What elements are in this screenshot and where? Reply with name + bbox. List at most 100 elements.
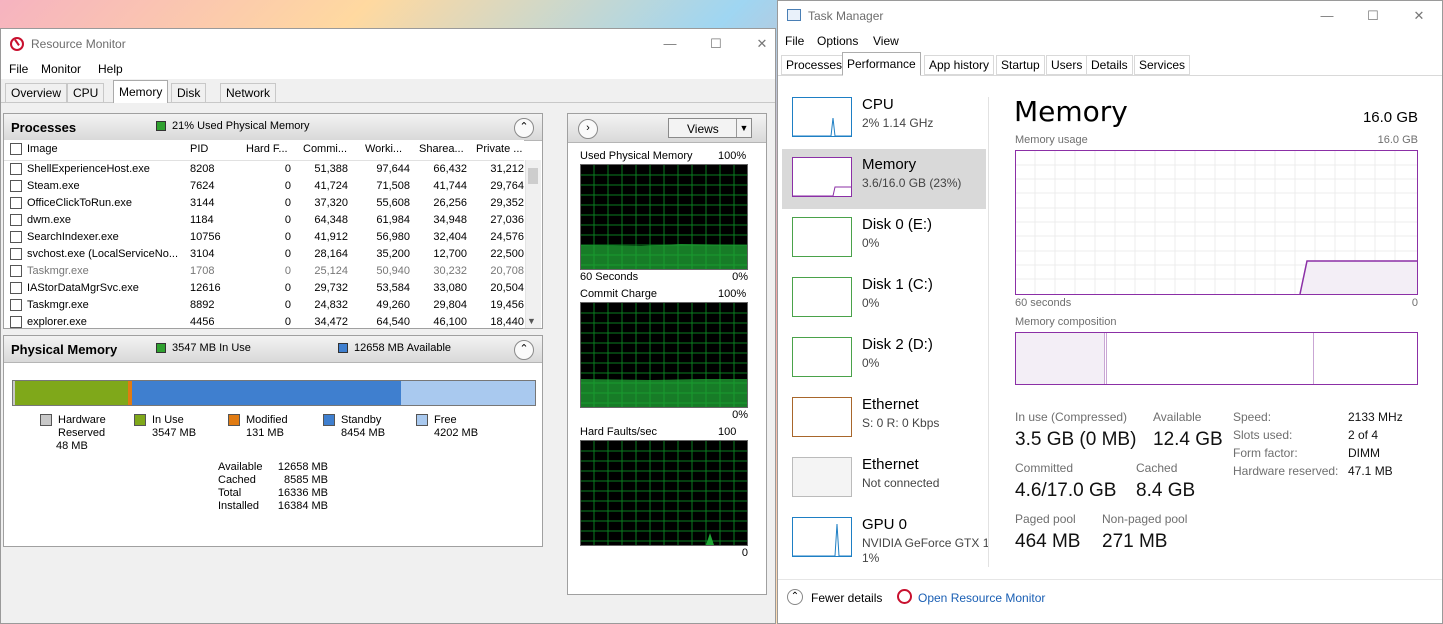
rm-titlebar[interactable]: Resource Monitor — ☐ ✕ [1, 29, 775, 59]
col-shareable[interactable]: Sharea... [419, 143, 469, 155]
sidebar-item[interactable]: GPU 0 NVIDIA GeForce GTX 10 1% [782, 509, 988, 569]
sidebar-item[interactable]: Disk 1 (C:) 0% [782, 269, 986, 329]
table-row[interactable]: SearchIndexer.exe 10756 0 41,912 56,980 32,40… [4, 228, 524, 245]
footer-divider [778, 579, 1442, 580]
tm-close-button[interactable]: ✕ [1396, 1, 1442, 31]
col-commit[interactable]: Commi... [303, 143, 353, 155]
table-row[interactable]: svchost.exe (LocalServiceNo... 3104 0 28,16… [4, 245, 524, 262]
table-row[interactable]: Taskmgr.exe 1708 0 25,124 50,940 30,232 20,708 [4, 262, 524, 279]
sidebar-item[interactable]: Ethernet S: 0 R: 0 Kbps [782, 389, 986, 449]
row-checkbox[interactable] [10, 248, 22, 260]
processes-scroll-thumb[interactable] [528, 168, 538, 184]
col-hard-faults[interactable]: Hard F... [246, 143, 296, 155]
row-checkbox[interactable] [10, 214, 22, 226]
table-cell: 0 [284, 248, 291, 260]
resource-monitor-link-icon [897, 589, 912, 604]
table-cell: 30,232 [433, 265, 467, 277]
table-row[interactable]: OfficeClickToRun.exe 3144 0 37,320 55,608 26,… [4, 194, 524, 211]
views-dropdown[interactable]: Views ▼ [668, 118, 752, 138]
col-private[interactable]: Private ... [476, 143, 526, 155]
tm-menu-view[interactable]: View [873, 34, 899, 48]
tm-tab-startup[interactable]: Startup [996, 55, 1045, 75]
tab-network[interactable]: Network [220, 83, 277, 102]
open-resource-monitor-link[interactable]: Open Resource Monitor [918, 591, 1045, 605]
tab-memory[interactable]: Memory [113, 80, 169, 103]
table-row[interactable]: explorer.exe 4456 0 34,472 64,540 46,100 18,44… [4, 313, 524, 328]
minimize-button[interactable]: — [647, 29, 693, 59]
expand-graphs-button[interactable]: › [578, 119, 598, 139]
row-checkbox[interactable] [10, 299, 22, 311]
row-checkbox[interactable] [10, 163, 22, 175]
table-row[interactable]: Steam.exe 7624 0 41,724 71,508 41,744 29,764 [4, 177, 524, 194]
row-checkbox[interactable] [10, 282, 22, 294]
col-working-set[interactable]: Worki... [365, 143, 411, 155]
select-all-checkbox[interactable] [10, 143, 22, 155]
row-checkbox[interactable] [10, 180, 22, 192]
tm-tab-details[interactable]: Details [1086, 55, 1133, 75]
table-cell: 50,940 [376, 265, 410, 277]
legend-value: 4202 MB [434, 427, 479, 439]
row-checkbox[interactable] [10, 265, 22, 277]
tm-menu-options[interactable]: Options [817, 34, 858, 48]
tm-minimize-button[interactable]: — [1304, 1, 1350, 31]
sidebar-sparkline [793, 398, 851, 436]
sidebar-item-name: Disk 1 (C:) [862, 276, 933, 293]
tm-tab-users[interactable]: Users [1046, 55, 1088, 75]
processes-header[interactable]: Processes 21% Used Physical Memory ⌃ [4, 114, 542, 141]
tab-overview[interactable]: Overview [5, 83, 68, 102]
axis-right-label: 0 [1411, 297, 1418, 309]
sidebar-item-name: Disk 0 (E:) [862, 216, 933, 233]
fewer-details-link[interactable]: Fewer details [811, 591, 882, 605]
table-row[interactable]: ShellExperienceHost.exe 8208 0 51,388 97,644… [4, 160, 524, 177]
menu-help[interactable]: Help [98, 62, 123, 76]
tm-tab-performance[interactable]: Performance [842, 52, 921, 76]
chevron-up-icon[interactable]: ⌃ [787, 589, 803, 605]
sidebar-item[interactable]: Ethernet Not connected [782, 449, 986, 509]
maximize-button[interactable]: ☐ [693, 29, 739, 59]
paged-pool-value: 464 MB [1015, 531, 1081, 552]
table-cell: 49,260 [376, 299, 410, 311]
collapse-processes-button[interactable]: ⌃ [514, 118, 534, 138]
table-row[interactable]: Taskmgr.exe 8892 0 24,832 49,260 29,804 19,456 [4, 296, 524, 313]
table-cell: 61,984 [376, 214, 410, 226]
table-row[interactable]: dwm.exe 1184 0 64,348 61,984 34,948 27,036 [4, 211, 524, 228]
spec-value: DIMM [1348, 446, 1380, 460]
scroll-down-icon[interactable]: ▼ [527, 316, 536, 326]
col-image[interactable]: Image [27, 143, 177, 155]
row-checkbox[interactable] [10, 197, 22, 209]
tab-cpu[interactable]: CPU [67, 83, 105, 102]
table-cell: 66,432 [433, 163, 467, 175]
sidebar-item[interactable]: CPU 2% 1.14 GHz [782, 89, 986, 149]
graph-plot [580, 302, 748, 408]
menu-monitor[interactable]: Monitor [41, 62, 81, 76]
sidebar-item[interactable]: Disk 2 (D:) 0% [782, 329, 986, 389]
sidebar-item[interactable]: Disk 0 (E:) 0% [782, 209, 986, 269]
chevron-down-icon[interactable]: ▼ [736, 119, 751, 137]
tm-tab-app-history[interactable]: App history [924, 55, 995, 75]
tab-disk[interactable]: Disk [171, 83, 207, 102]
menu-file[interactable]: File [9, 62, 28, 76]
physical-memory-header[interactable]: Physical Memory 3547 MB In Use 12658 MB … [4, 336, 542, 363]
row-checkbox[interactable] [10, 316, 22, 328]
table-cell: 0 [284, 180, 291, 192]
collapse-physical-memory-button[interactable]: ⌃ [514, 340, 534, 360]
tm-tab-processes[interactable]: Processes [781, 55, 848, 75]
tm-tab-services[interactable]: Services [1134, 55, 1191, 75]
tm-menu-file[interactable]: File [785, 34, 804, 48]
rm-window-title: Resource Monitor [31, 37, 126, 51]
table-cell: Steam.exe [27, 180, 80, 192]
table-cell: 29,732 [314, 282, 348, 294]
table-row[interactable]: IAStorDataMgrSvc.exe 12616 0 29,732 53,584 33… [4, 279, 524, 296]
sparkline-series [793, 186, 851, 196]
col-pid[interactable]: PID [190, 143, 240, 155]
sidebar-item[interactable]: Memory 3.6/16.0 GB (23%) [782, 149, 986, 209]
available-value: 12.4 GB [1153, 429, 1223, 450]
processes-scrollbar[interactable]: ▼ [525, 160, 541, 328]
legend-swatch [323, 414, 335, 426]
stat-value: 16336 MB [277, 487, 328, 499]
tm-maximize-button[interactable]: ☐ [1350, 1, 1396, 31]
sidebar-item-detail: S: 0 R: 0 Kbps [862, 416, 940, 430]
table-cell: 33,080 [433, 282, 467, 294]
row-checkbox[interactable] [10, 231, 22, 243]
tm-titlebar[interactable]: Task Manager — ☐ ✕ [778, 1, 1442, 31]
